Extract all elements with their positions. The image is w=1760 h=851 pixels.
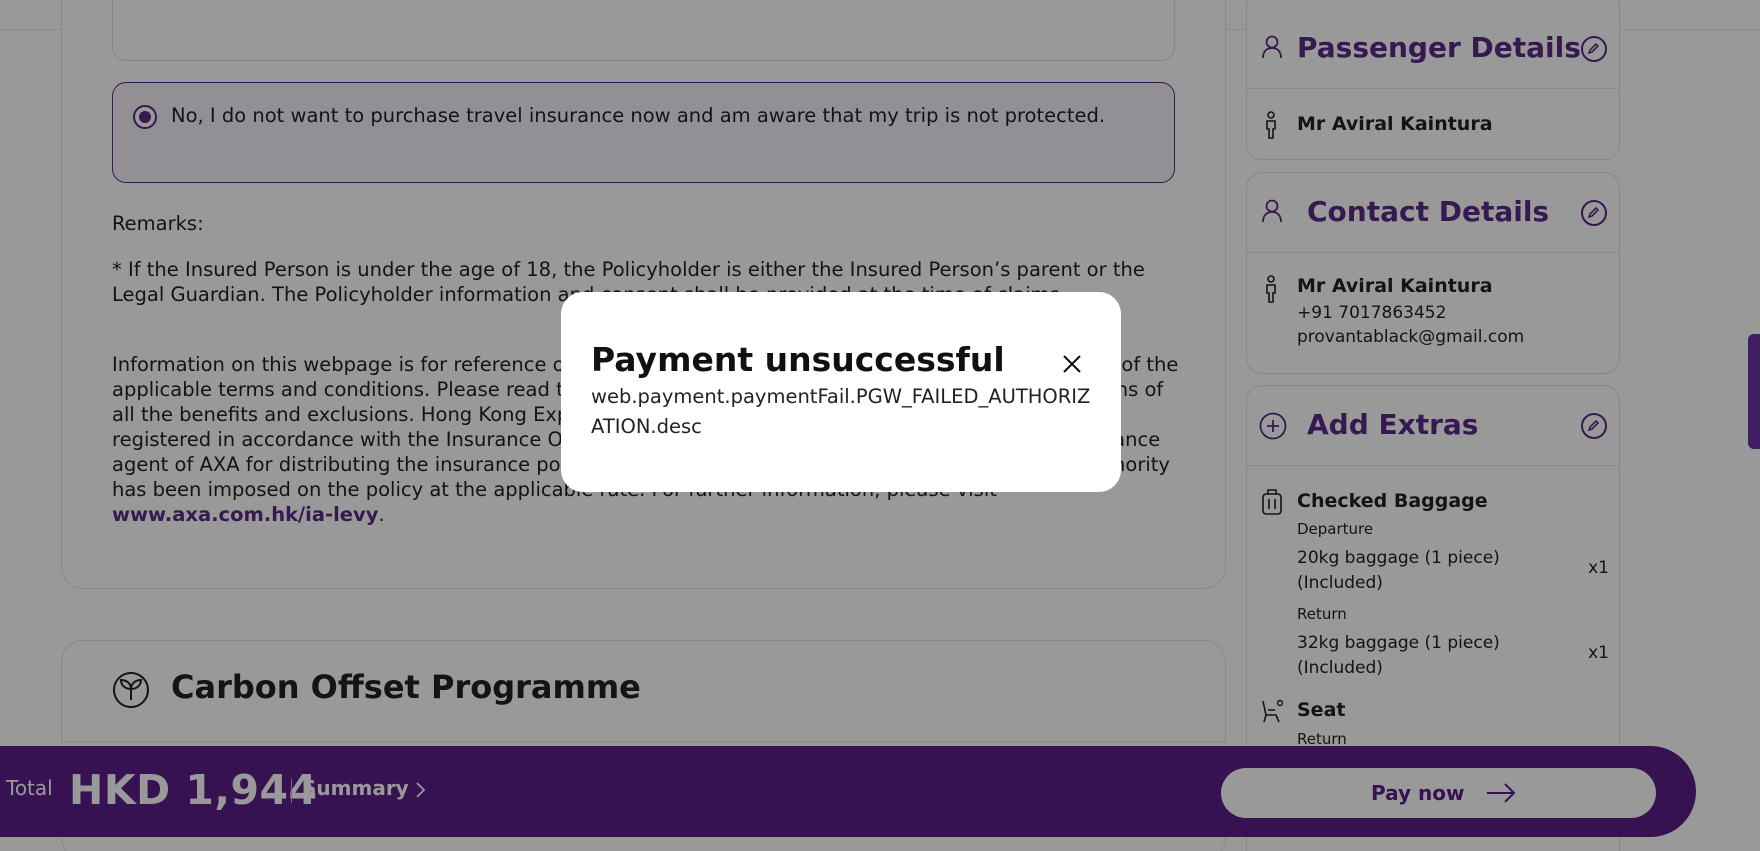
close-icon[interactable]	[1058, 350, 1086, 378]
payment-error-title: Payment unsuccessful	[591, 340, 1005, 379]
payment-error-dialog: Payment unsuccessful web.payment.payment…	[561, 292, 1121, 492]
payment-error-description: web.payment.paymentFail.PGW_FAILED_AUTHO…	[591, 385, 1091, 438]
